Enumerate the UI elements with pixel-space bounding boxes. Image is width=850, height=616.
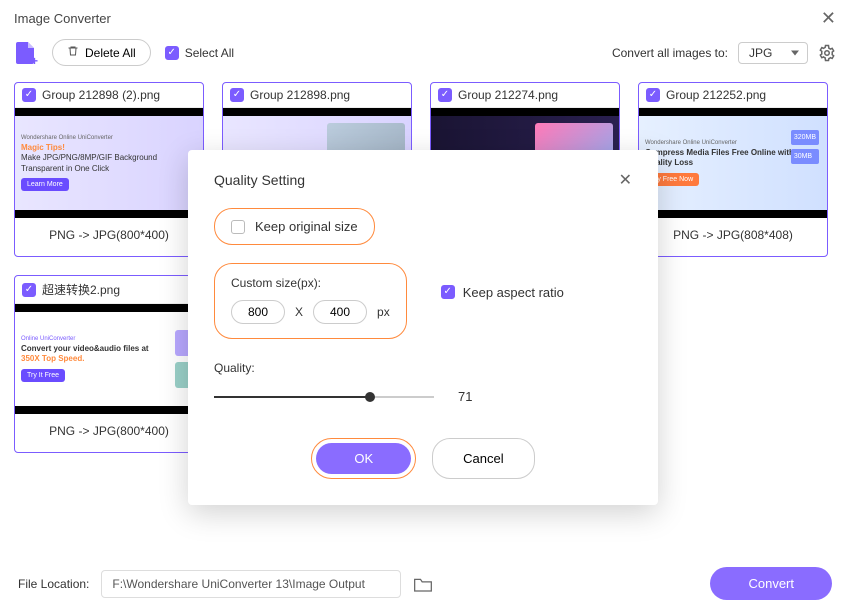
card-filename: Group 212898 (2).png — [42, 88, 160, 102]
folder-icon[interactable] — [413, 576, 433, 592]
card-checkbox[interactable] — [230, 88, 244, 102]
svg-text:+: + — [31, 54, 38, 66]
custom-size-label: Custom size(px): — [231, 276, 390, 290]
px-unit: px — [377, 305, 390, 319]
card-filename: Group 212898.png — [250, 88, 350, 102]
file-location-label: File Location: — [18, 577, 89, 591]
keep-original-size-option[interactable]: Keep original size — [214, 208, 375, 245]
trash-icon — [67, 45, 79, 60]
card-filename: Group 212252.png — [666, 88, 766, 102]
convert-to-label: Convert all images to: — [612, 46, 728, 60]
card-conversion: PNG -> JPG(808*408) — [639, 218, 827, 256]
add-image-icon[interactable]: + — [14, 40, 38, 66]
gear-icon[interactable] — [818, 44, 836, 62]
card-conversion: PNG -> JPG(800*400) — [15, 414, 203, 452]
card-checkbox[interactable] — [646, 88, 660, 102]
delete-all-button[interactable]: Delete All — [52, 39, 151, 66]
image-card[interactable]: Group 212898 (2).png Wondershare Online … — [14, 82, 204, 257]
aspect-label: Keep aspect ratio — [463, 285, 564, 300]
window-title: Image Converter — [14, 11, 111, 26]
dialog-title: Quality Setting — [214, 172, 305, 188]
x-separator: X — [295, 305, 303, 319]
image-card[interactable]: Group 212252.png Wondershare Online UniC… — [638, 82, 828, 257]
quality-slider[interactable] — [214, 396, 434, 398]
delete-all-label: Delete All — [85, 46, 136, 60]
dialog-close-icon[interactable]: ✕ — [619, 170, 632, 190]
select-all-checkbox[interactable]: Select All — [165, 46, 234, 60]
format-select[interactable]: JPG — [738, 42, 808, 64]
ok-button[interactable]: OK — [316, 443, 411, 474]
width-input[interactable] — [231, 300, 285, 324]
quality-setting-dialog: Quality Setting ✕ Keep original size Cus… — [188, 150, 658, 505]
close-icon[interactable]: ✕ — [821, 8, 836, 29]
keep-original-label: Keep original size — [255, 219, 358, 234]
footer-bar: File Location: Convert — [0, 555, 850, 616]
quality-value: 71 — [458, 389, 472, 404]
checkbox-icon — [441, 285, 455, 299]
card-filename: 超速转换2.png — [42, 281, 120, 298]
convert-button[interactable]: Convert — [710, 567, 832, 600]
quality-label: Quality: — [214, 361, 632, 375]
select-all-label: Select All — [185, 46, 234, 60]
image-card[interactable]: 超速转换2.png Online UniConverterConvert you… — [14, 275, 204, 453]
checkbox-icon — [165, 46, 179, 60]
keep-aspect-ratio-checkbox[interactable]: Keep aspect ratio — [441, 285, 564, 300]
checkbox-icon — [231, 220, 245, 234]
card-checkbox[interactable] — [22, 283, 36, 297]
height-input[interactable] — [313, 300, 367, 324]
cancel-button[interactable]: Cancel — [432, 438, 534, 479]
card-checkbox[interactable] — [22, 88, 36, 102]
file-location-input[interactable] — [101, 570, 401, 598]
card-conversion: PNG -> JPG(800*400) — [15, 218, 203, 256]
card-filename: Group 212274.png — [458, 88, 558, 102]
custom-size-group: Custom size(px): X px — [214, 263, 407, 339]
card-checkbox[interactable] — [438, 88, 452, 102]
